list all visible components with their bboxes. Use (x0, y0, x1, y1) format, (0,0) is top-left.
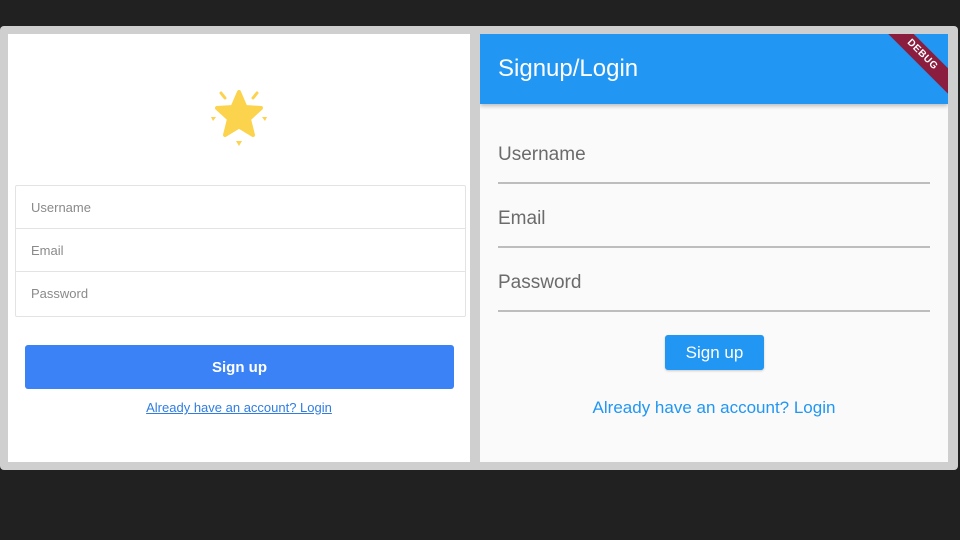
app-bar: Signup/Login (480, 34, 948, 104)
app-login-link[interactable]: Already have an account? Login (480, 398, 948, 418)
web-field-group: Username Email Password (15, 185, 466, 317)
web-login-link[interactable]: Already have an account? Login (8, 400, 470, 415)
app-password-input[interactable]: Password (498, 270, 930, 312)
preview-frame: Username Email Password Sign up Already … (0, 26, 958, 470)
web-username-input[interactable]: Username (16, 186, 465, 229)
web-signup-button[interactable]: Sign up (25, 345, 454, 389)
app-username-label: Username (498, 144, 586, 165)
web-email-input[interactable]: Email (16, 229, 465, 272)
app-signup-button[interactable]: Sign up (665, 335, 764, 370)
star-icon (206, 84, 272, 150)
web-password-input[interactable]: Password (16, 272, 465, 315)
app-email-input[interactable]: Email (498, 206, 930, 248)
app-signup-panel: Signup/Login DEBUG Username Email Passwo… (480, 34, 948, 462)
web-signup-panel: Username Email Password Sign up Already … (8, 34, 470, 462)
app-email-label: Email (498, 208, 546, 229)
page-title: Signup/Login (498, 55, 639, 82)
app-password-label: Password (498, 272, 582, 293)
app-username-input[interactable]: Username (498, 142, 930, 184)
